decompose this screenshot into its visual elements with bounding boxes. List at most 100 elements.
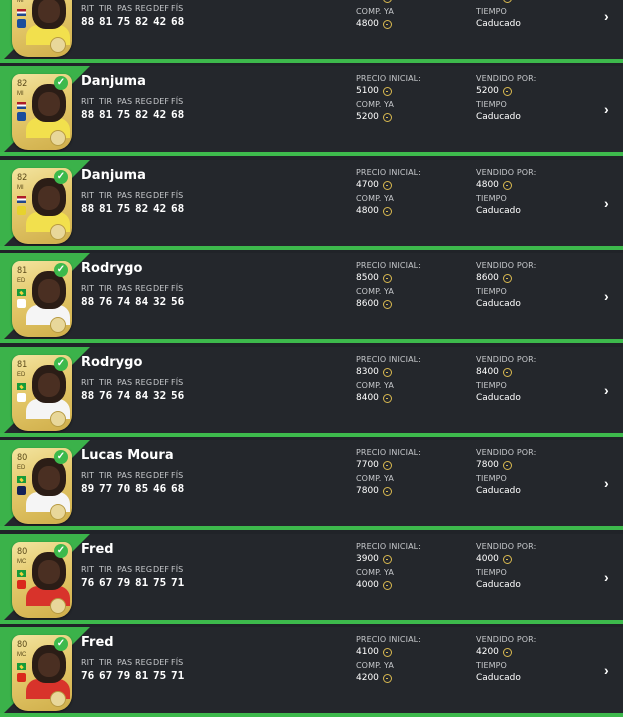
chevron-right-icon[interactable]: ›: [604, 383, 614, 397]
stat-label: DEF: [153, 565, 170, 574]
list-item[interactable]: 81 ED ✓ Rodrygo RIT TIR PAS REG DEF FÍS 88 76 7…: [0, 347, 623, 437]
stat-label: PAS: [117, 4, 133, 13]
list-item[interactable]: 80 MC ✓ Fred RIT TIR PAS REG DEF FÍS 76 67 79 81…: [0, 627, 623, 717]
coin-icon: [382, 87, 392, 96]
stat-label: FÍS: [171, 4, 184, 13]
stat-label: PAS: [117, 565, 133, 574]
stat-label: REG: [135, 97, 153, 106]
stat-label: DEF: [153, 191, 170, 200]
vendido-por-label: VENDIDO POR:: [476, 355, 537, 364]
tiempo-label: TIEMPO: [476, 568, 507, 577]
coin-icon: [50, 130, 66, 146]
price-block-right: VENDIDO POR: 7800 TIEMPO Caducado: [476, 446, 536, 498]
check-icon: ✓: [54, 170, 68, 184]
comp-ya-amount: 8600: [356, 299, 379, 309]
list-item[interactable]: 81 ED ✓ Rodrygo RIT TIR PAS REG DEF FÍS 88 76 7…: [0, 253, 623, 343]
card-position: MC: [17, 652, 27, 658]
list-item[interactable]: 80 MC ✓ Fred RIT TIR PAS REG DEF FÍS 76 67 79 81…: [0, 534, 623, 624]
comp-ya-label: COMP. YA: [356, 194, 394, 203]
price-block-left: PRECIO INICIAL: 8300 COMP. YA 8400: [356, 353, 421, 405]
vendido-por-value: 4000: [476, 553, 536, 566]
stat-label: DEF: [153, 378, 170, 387]
tiempo-value: Caducado: [476, 112, 521, 122]
comp-ya-value: 4000: [356, 579, 421, 592]
price-block-right: VENDIDO POR: 4800 TIEMPO Caducado: [476, 0, 536, 31]
comp-ya-amount: 8400: [356, 393, 379, 403]
check-icon: ✓: [54, 637, 68, 651]
stat-value: 76: [99, 295, 113, 308]
stat-values: 76 67 79 81 75 71: [81, 669, 189, 682]
stat-label: RIT: [81, 4, 95, 13]
precio-inicial-label: PRECIO INICIAL:: [356, 261, 421, 270]
tiempo-value: Caducado: [476, 19, 521, 29]
list-item[interactable]: 80 ED ✓ Lucas Moura RIT TIR PAS REG DEF FÍS 8…: [0, 440, 623, 530]
card-rating: 81: [17, 266, 28, 276]
stat-values: 89 77 70 85 46 68: [81, 482, 189, 495]
chevron-right-icon[interactable]: ›: [604, 476, 614, 490]
vendido-por-amount: 4800: [476, 180, 499, 190]
chevron-right-icon[interactable]: ›: [604, 663, 614, 677]
precio-inicial-amount: 5100: [356, 86, 379, 96]
precio-inicial-label: PRECIO INICIAL:: [356, 448, 421, 457]
stat-label: RIT: [81, 284, 95, 293]
precio-inicial-value: 4700: [356, 179, 421, 192]
vendido-por-amount: 4200: [476, 647, 499, 657]
chevron-right-icon[interactable]: ›: [604, 570, 614, 584]
nation-flag-icon: [17, 663, 26, 670]
precio-inicial-value: 5100: [356, 85, 421, 98]
stat-value: 88: [81, 295, 95, 308]
stat-value: 81: [99, 108, 113, 121]
stat-label: PAS: [117, 284, 133, 293]
check-icon: ✓: [54, 544, 68, 558]
list-item[interactable]: 82 MI ✓ Danjuma RIT TIR PAS REG DEF FÍS 88 81 7…: [0, 160, 623, 250]
stat-label: RIT: [81, 191, 95, 200]
comp-ya-label: COMP. YA: [356, 381, 394, 390]
precio-inicial-label: PRECIO INICIAL:: [356, 168, 421, 177]
stat-label: DEF: [153, 658, 170, 667]
stat-label: TIR: [99, 4, 113, 13]
comp-ya-value: 5200: [356, 111, 421, 124]
precio-inicial-amount: 3900: [356, 554, 379, 564]
stat-label: TIR: [99, 191, 113, 200]
stat-value: 75: [117, 108, 131, 121]
vendido-por-label: VENDIDO POR:: [476, 261, 537, 270]
list-item[interactable]: 82 MI ✓ RITTIRPASREGDEFFÍS 888175824268 …: [0, 0, 623, 63]
precio-inicial-label: PRECIO INICIAL:: [356, 74, 421, 83]
vendido-por-value: 8600: [476, 272, 536, 285]
vendido-por-value: 5200: [476, 85, 536, 98]
tiempo-label: TIEMPO: [476, 100, 507, 109]
chevron-right-icon[interactable]: ›: [604, 9, 614, 23]
price-block-right: VENDIDO POR: 8600 TIEMPO Caducado: [476, 259, 536, 311]
coin-icon: [382, 674, 392, 683]
stat-label: RIT: [81, 471, 95, 480]
nation-flag-icon: [17, 289, 26, 296]
card-rating: 81: [17, 360, 28, 370]
vendido-por-value: 4200: [476, 646, 536, 659]
price-block-left: PRECIO INICIAL: 4100 COMP. YA 4200: [356, 633, 421, 685]
stat-label: TIR: [99, 471, 113, 480]
club-badge-icon: [17, 299, 26, 308]
player-name: Fred: [81, 542, 114, 557]
stat-value: 81: [135, 669, 149, 682]
player-name: Lucas Moura: [81, 448, 174, 463]
check-icon: ✓: [54, 263, 68, 277]
chevron-right-icon[interactable]: ›: [604, 196, 614, 210]
vendido-por-label: VENDIDO POR:: [476, 74, 537, 83]
check-icon: ✓: [54, 76, 68, 90]
chevron-right-icon[interactable]: ›: [604, 289, 614, 303]
stat-value: 75: [153, 576, 167, 589]
coin-icon: [382, 0, 392, 3]
coin-icon: [382, 648, 392, 657]
list-item[interactable]: 82 MI ✓ Danjuma RIT TIR PAS REG DEF FÍS 88 81 7…: [0, 66, 623, 156]
vendido-por-amount: 8600: [476, 273, 499, 283]
chevron-right-icon[interactable]: ›: [604, 102, 614, 116]
card-position: MI: [17, 91, 24, 97]
stat-label: FÍS: [171, 471, 184, 480]
club-badge-icon: [17, 19, 26, 28]
comp-ya-amount: 4000: [356, 580, 379, 590]
vendido-por-amount: 4000: [476, 554, 499, 564]
vendido-por-amount: 8400: [476, 367, 499, 377]
stat-label: TIR: [99, 378, 113, 387]
stat-value: 32: [153, 389, 167, 402]
vendido-por-amount: 5200: [476, 86, 499, 96]
